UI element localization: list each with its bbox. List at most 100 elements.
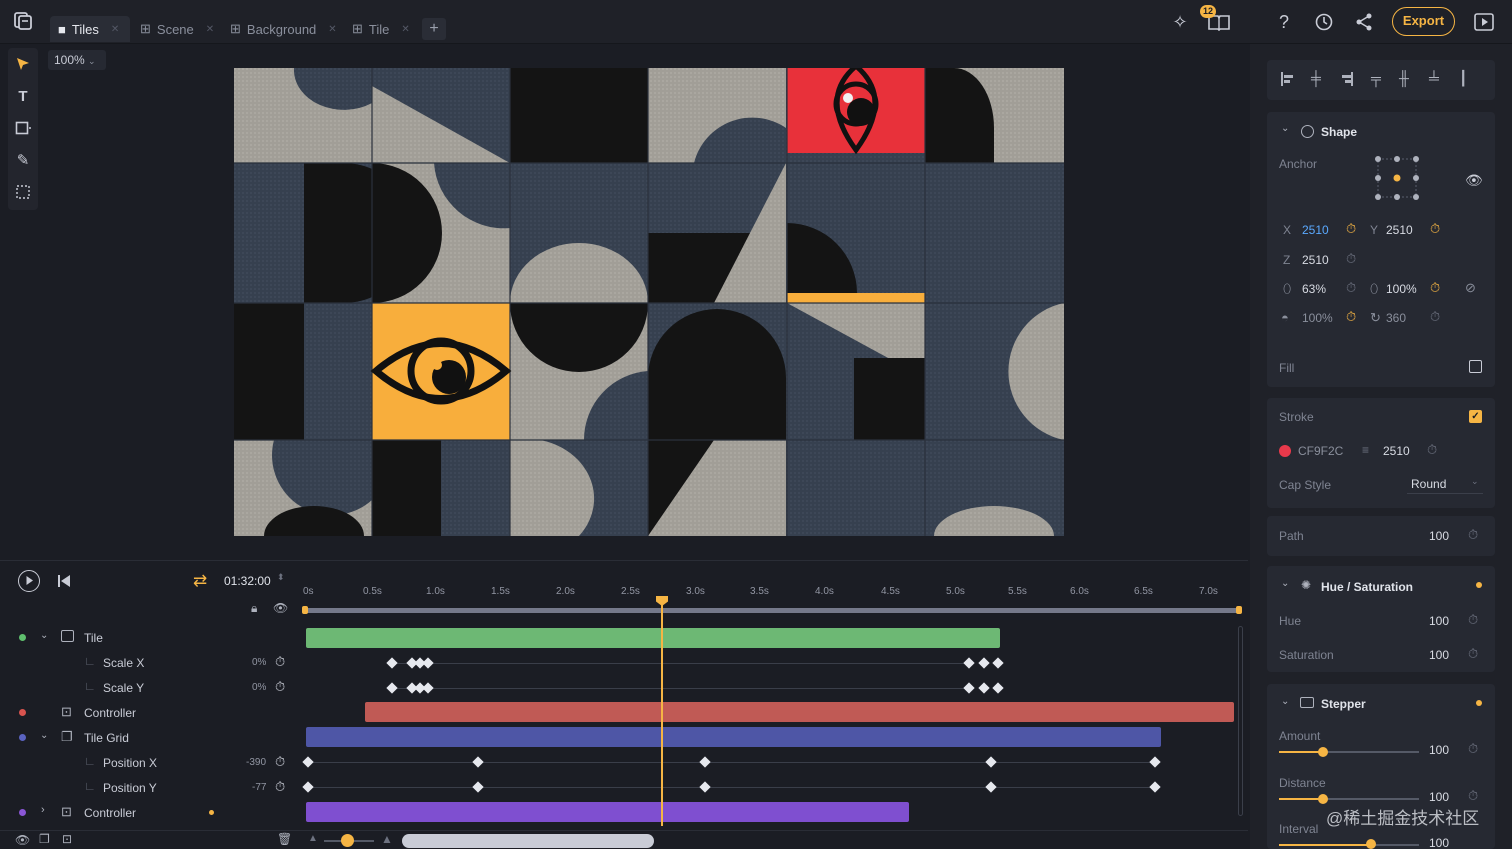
track-bar-controller[interactable]	[365, 702, 1234, 722]
amount-slider-knob[interactable]	[1318, 747, 1328, 757]
property-value[interactable]: -390	[246, 757, 266, 768]
timeline-ruler[interactable]: 0s 0.5s 1.0s 1.5s 2.0s 2.5s 3.0s 3.5s 4.…	[300, 580, 1248, 616]
close-icon[interactable]: ✕	[111, 24, 119, 35]
hue-value[interactable]: 100	[1429, 614, 1449, 628]
zoom-select[interactable]: 100% ⌄	[48, 50, 106, 70]
layer-row-position-x[interactable]: ∟ Position X -390 ⏱	[0, 752, 300, 774]
loop-icon[interactable]: ⇄	[193, 571, 207, 591]
stopwatch-active-icon[interactable]: ⏱	[1430, 280, 1440, 296]
path-value[interactable]: 100	[1429, 529, 1449, 543]
layer-row-position-y[interactable]: ∟ Position Y -77 ⏱	[0, 777, 300, 799]
stopwatch-icon[interactable]: ⏱	[1346, 280, 1356, 296]
zoom-in-mountain-icon[interactable]: ▲	[381, 832, 393, 846]
zoom-out-mountain-icon[interactable]: ▲	[308, 833, 318, 844]
y-value[interactable]: 2510	[1386, 223, 1413, 237]
interval-value[interactable]: 100	[1429, 836, 1449, 849]
visibility-eye-icon[interactable]: 👁	[1465, 172, 1483, 189]
opacity-value[interactable]: 100%	[1302, 311, 1333, 325]
stopwatch-icon[interactable]: ⏱	[275, 679, 285, 695]
saturation-value[interactable]: 100	[1429, 648, 1449, 662]
property-value[interactable]: 0%	[252, 682, 266, 693]
stopwatch-icon[interactable]: ⏱	[1468, 527, 1478, 543]
stopwatch-active-icon[interactable]: ⏱	[1430, 221, 1440, 237]
tab-tiles[interactable]: ■ Tiles ✕	[58, 17, 119, 41]
pen-tool-icon[interactable]: ✎	[13, 150, 33, 170]
layer-row-controller[interactable]: ⊡ Controller	[0, 702, 300, 724]
work-area-bar[interactable]	[304, 608, 1240, 613]
z-value[interactable]: 2510	[1302, 253, 1329, 267]
stroke-color-swatch[interactable]	[1279, 445, 1291, 457]
close-icon[interactable]: ✕	[401, 24, 409, 35]
stopwatch-active-icon[interactable]: ⏱	[1346, 309, 1356, 325]
timeline-zoom-knob[interactable]	[341, 834, 354, 847]
distance-value[interactable]: 100	[1429, 790, 1449, 804]
chevron-down-icon[interactable]: ⌄	[1281, 696, 1289, 707]
property-value[interactable]: -77	[252, 782, 266, 793]
trash-icon[interactable]: 🗑︎	[277, 832, 292, 846]
layer-row-tile-grid[interactable]: ⌄ ❐ Tile Grid	[0, 727, 300, 749]
history-icon[interactable]	[1313, 10, 1335, 34]
work-area-start-handle[interactable]	[302, 606, 308, 614]
help-icon[interactable]: ?	[1273, 10, 1295, 34]
chevron-right-icon[interactable]: ›	[41, 804, 45, 816]
x-value[interactable]: 2510	[1302, 223, 1329, 237]
chevron-down-icon[interactable]: ⌄	[1281, 123, 1289, 134]
stopwatch-icon[interactable]: ⏱	[275, 779, 285, 795]
timeline-horizontal-scrollbar[interactable]	[402, 834, 654, 848]
play-button[interactable]	[18, 570, 40, 592]
stopwatch-icon[interactable]: ⏱	[1468, 612, 1478, 628]
current-time[interactable]: 01:32:00	[224, 574, 271, 588]
export-button[interactable]: Export	[1392, 7, 1455, 36]
cap-style-select[interactable]: Round ⌄	[1407, 474, 1483, 494]
distance-slider-knob[interactable]	[1318, 794, 1328, 804]
stopwatch-icon[interactable]: ⏱	[1427, 442, 1437, 458]
track-bar-controller-2[interactable]	[306, 802, 909, 822]
tab-tile[interactable]: ⊞ Tile ✕	[352, 17, 410, 41]
time-stepper-icon[interactable]: ⬍	[277, 572, 285, 583]
chevron-down-icon[interactable]: ⌄	[40, 630, 48, 641]
app-logo-icon[interactable]	[12, 10, 34, 32]
text-tool-icon[interactable]: T	[13, 86, 33, 106]
stopwatch-icon[interactable]: ⏱	[275, 654, 285, 670]
chevron-down-icon[interactable]: ⌄	[1281, 578, 1289, 589]
track-bar-tile[interactable]	[306, 628, 1000, 648]
align-middle-v-icon[interactable]: ╫	[1399, 70, 1409, 86]
stopwatch-icon[interactable]: ⏱	[1468, 741, 1478, 757]
distribute-icon[interactable]: ┃	[1459, 70, 1467, 87]
tab-background[interactable]: ⊞ Background ✕	[230, 17, 337, 41]
stopwatch-icon[interactable]: ⏱	[1468, 646, 1478, 662]
close-icon[interactable]: ✕	[206, 24, 214, 35]
sparkle-icon[interactable]: ✧	[1168, 10, 1192, 34]
work-area-end-handle[interactable]	[1236, 606, 1242, 614]
tab-scene[interactable]: ⊞ Scene ✕	[140, 17, 214, 41]
stopwatch-icon[interactable]: ⏱	[1346, 251, 1356, 267]
stroke-checkbox[interactable]: ✓	[1469, 410, 1482, 423]
interval-slider-knob[interactable]	[1366, 839, 1376, 849]
align-top-icon[interactable]: ╤	[1371, 70, 1381, 86]
anchor-picker[interactable]	[1375, 156, 1419, 200]
visibility-icon[interactable]: 👁	[15, 833, 30, 847]
stopwatch-icon[interactable]: ⏱	[275, 754, 285, 770]
select-tool-icon[interactable]	[13, 54, 33, 74]
dotted-select-tool-icon[interactable]	[13, 182, 33, 202]
stopwatch-active-icon[interactable]: ⏱	[1346, 221, 1356, 237]
lock-icon[interactable]: 🔒︎	[251, 601, 257, 616]
layer-row-controller-2[interactable]: › ⊡ Controller	[0, 802, 300, 824]
duplicate-icon[interactable]: ❐	[39, 832, 50, 846]
rectangle-tool-icon[interactable]	[13, 118, 33, 138]
stroke-width-value[interactable]: 2510	[1383, 444, 1410, 458]
track-bar-tile-grid[interactable]	[306, 727, 1161, 747]
unlink-icon[interactable]: ⊘	[1465, 280, 1476, 296]
timeline-vertical-scrollbar[interactable]	[1238, 626, 1243, 816]
scale-x-value[interactable]: 63%	[1302, 282, 1326, 296]
align-center-h-icon[interactable]: ╪	[1311, 70, 1321, 86]
eye-icon[interactable]: 👁	[273, 601, 288, 615]
align-bottom-icon[interactable]: ╧	[1429, 70, 1439, 86]
stopwatch-icon[interactable]: ⏱	[1430, 309, 1440, 325]
layer-row-scale-y[interactable]: ∟ Scale Y 0% ⏱	[0, 677, 300, 699]
layer-row-tile[interactable]: ⌄ Tile	[0, 627, 300, 649]
stopwatch-icon[interactable]: ⏱	[1468, 788, 1478, 804]
chevron-down-icon[interactable]: ⌄	[40, 730, 48, 741]
align-left-icon[interactable]	[1281, 72, 1295, 86]
close-icon[interactable]: ✕	[328, 24, 336, 35]
